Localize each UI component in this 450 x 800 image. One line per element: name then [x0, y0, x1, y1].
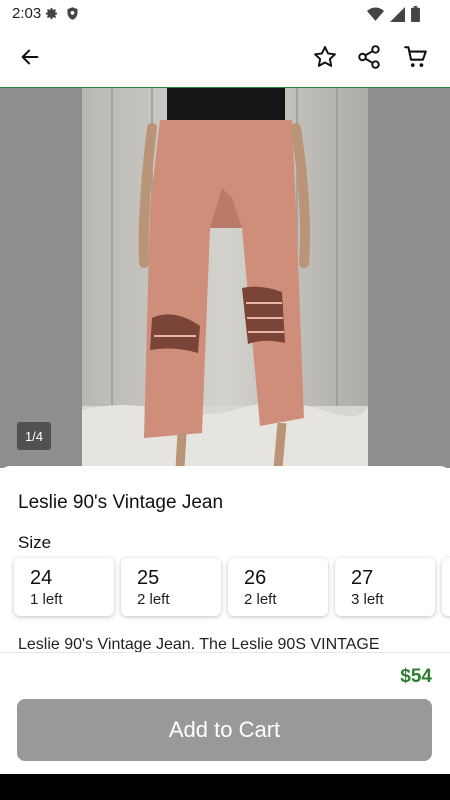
product-image-carousel[interactable] [0, 88, 450, 468]
share-icon [358, 45, 380, 69]
size-stock: 2 left [137, 591, 170, 608]
status-time: 2:03 [12, 5, 42, 22]
status-bar: 2:03 [0, 0, 450, 28]
size-value: 26 [244, 567, 267, 589]
size-option-25[interactable]: 25 2 left [121, 558, 221, 616]
size-option-26[interactable]: 26 2 left [228, 558, 328, 616]
size-stock: 1 left [30, 591, 63, 608]
wifi-icon [367, 7, 384, 21]
image-counter: 1/4 [17, 422, 51, 450]
share-button[interactable] [353, 41, 385, 73]
size-label: Size [18, 533, 52, 552]
cart-icon [404, 46, 427, 67]
product-sheet: Leslie 90's Vintage Jean Size 24 1 left … [0, 466, 450, 656]
size-option-24[interactable]: 24 1 left [14, 558, 114, 616]
battery-icon [411, 6, 420, 22]
size-option-next[interactable] [442, 558, 450, 616]
size-value: 27 [351, 567, 374, 589]
size-option-27[interactable]: 27 3 left [335, 558, 435, 616]
product-description: Leslie 90's Vintage Jean. The Leslie 90S… [18, 636, 380, 652]
size-stock: 3 left [351, 591, 384, 608]
size-value: 24 [30, 567, 53, 589]
size-stock: 2 left [244, 591, 277, 608]
size-selector: 24 1 left 25 2 left 26 2 left 27 3 left [14, 558, 450, 616]
cart-button[interactable] [400, 41, 432, 73]
arrow-left-icon [21, 49, 39, 65]
add-to-cart-button[interactable]: Add to Cart [17, 699, 432, 761]
gear-icon [45, 7, 58, 20]
signal-icon [390, 6, 405, 22]
system-nav-bar [0, 774, 450, 800]
star-outline-icon [314, 46, 336, 67]
favorite-button[interactable] [309, 41, 341, 73]
app-bar [0, 28, 450, 88]
shield-icon [67, 7, 78, 20]
product-price: $54 [400, 666, 432, 687]
product-title: Leslie 90's Vintage Jean [18, 492, 224, 513]
product-photo [82, 88, 368, 468]
size-value: 25 [137, 567, 160, 589]
back-button[interactable] [14, 41, 46, 73]
purchase-bar: $54 Add to Cart [0, 652, 450, 775]
